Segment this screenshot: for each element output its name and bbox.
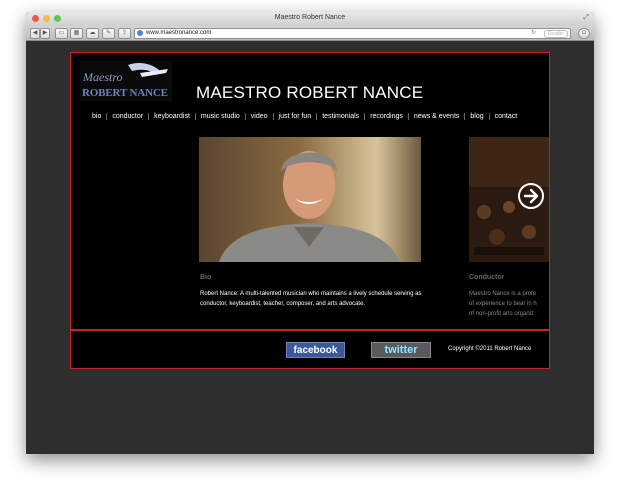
fullscreen-icon[interactable]: ⤢ [583, 14, 589, 22]
card-title-conductor[interactable]: Conductor [469, 274, 504, 281]
reading-list-icon[interactable]: ▭ [55, 28, 68, 39]
footer-divider [71, 329, 549, 331]
card-text-conductor-line-2: of experience to bear in h [469, 301, 537, 307]
nav-recordings[interactable]: recordings [364, 113, 408, 120]
card-text-bio: Robert Nance: A multi-talented musician … [200, 291, 422, 307]
url-text: www.maestronance.com [146, 30, 212, 36]
back-button[interactable]: ◀ [30, 28, 40, 39]
page-content: Maestro ROBERT NANCE MAESTRO ROBERT NANC… [26, 41, 594, 454]
card-text-conductor-line-3: of non-profit arts organiz [469, 311, 535, 317]
nav-just-for-fun[interactable]: just for fun [272, 113, 317, 120]
main-nav: bio conductor keyboardist music studio v… [87, 113, 522, 120]
settings-icon[interactable]: ✎ [102, 28, 115, 39]
downloads-icon[interactable]: ⊙ [578, 28, 590, 39]
nav-conductor[interactable]: conductor [106, 113, 148, 120]
share-icon[interactable]: ⇪ [118, 28, 131, 39]
nav-news-events[interactable]: news & events [407, 113, 465, 120]
site-favicon-icon [137, 30, 143, 36]
window-title: Maestro Robert Nance [274, 14, 346, 21]
site-logo[interactable]: Maestro ROBERT NANCE [80, 61, 172, 101]
svg-text:ROBERT NANCE: ROBERT NANCE [82, 87, 168, 99]
card-title-bio[interactable]: Bio [200, 274, 211, 281]
cloud-icon[interactable]: ☁ [86, 28, 99, 39]
nav-video[interactable]: video [244, 113, 273, 120]
nav-blog[interactable]: blog [464, 113, 488, 120]
twitter-link[interactable]: twitter [371, 342, 431, 358]
arrow-right-icon [523, 188, 539, 204]
forward-button[interactable]: ▶ [40, 28, 50, 39]
carousel-next-button[interactable] [518, 183, 544, 209]
top-sites-icon[interactable]: ▦ [70, 28, 83, 39]
reload-icon[interactable]: ↻ [531, 29, 536, 38]
site-title: MAESTRO ROBERT NANCE [196, 83, 424, 102]
nav-testimonials[interactable]: testimonials [316, 113, 364, 120]
nav-bio[interactable]: bio [87, 113, 106, 120]
svg-text:Maestro: Maestro [82, 70, 123, 84]
copyright-text: Copyright ©2011 Robert Nance [448, 346, 532, 352]
browser-toolbar: ◀ ▶ ▭ ▦ ☁ ✎ ⇪ www.maestronance.com ↻ Rea… [26, 26, 594, 41]
nav-music-studio[interactable]: music studio [194, 113, 245, 120]
card-text-conductor-line-1: Maestro Nance is a profe [469, 291, 537, 297]
site-container: Maestro ROBERT NANCE MAESTRO ROBERT NANC… [70, 52, 550, 369]
facebook-link[interactable]: facebook [286, 342, 345, 358]
portrait-photo[interactable] [199, 137, 421, 262]
browser-window: Maestro Robert Nance ⤢ ◀ ▶ ▭ ▦ ☁ ✎ ⇪ www… [26, 12, 594, 454]
address-bar[interactable]: www.maestronance.com ↻ Reader [134, 28, 571, 39]
nav-keyboardist[interactable]: keyboardist [148, 113, 195, 120]
reader-button[interactable]: Reader [543, 30, 568, 38]
title-bar: Maestro Robert Nance ⤢ [26, 12, 594, 26]
nav-contact[interactable]: contact [488, 113, 523, 120]
